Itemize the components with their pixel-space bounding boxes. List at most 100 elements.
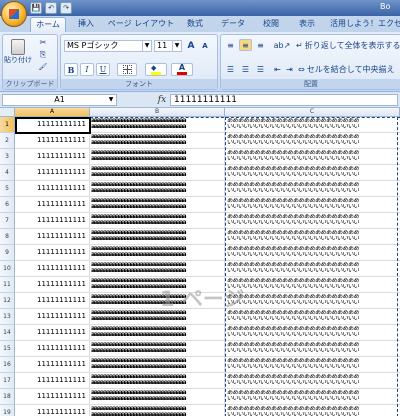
paste-button[interactable]: 貼り付け (4, 37, 32, 67)
row-header[interactable]: 14 (0, 325, 15, 341)
tab-formulas[interactable]: 数式 (180, 17, 210, 32)
cell-b[interactable]: aaaaaaaaaaaaaaaaaaaaaaaaaaaaaaa aaaaaaaaa… (90, 133, 225, 149)
cell-c[interactable]: ああああああああああああああああああああああああ いいいいいいいいいいいいいいいい… (225, 229, 400, 245)
cell-b[interactable]: aaaaaaaaaaaaaaaaaaaaaaaaaaaaaaa aaaaaaaaa… (90, 309, 225, 325)
cell-c[interactable]: ああああああああああああああああああああああああ いいいいいいいいいいいいいいいい… (225, 165, 400, 181)
tab-page-layout[interactable]: ページ レイアウト (106, 17, 176, 32)
row-header[interactable]: 15 (0, 341, 15, 357)
cell-a[interactable]: 11111111111 (15, 245, 90, 261)
cell-c[interactable]: ああああああああああああああああああああああああ いいいいいいいいいいいいいいいい… (225, 197, 400, 213)
cell-b[interactable]: aaaaaaaaaaaaaaaaaaaaaaaaaaaaaaa aaaaaaaaa… (90, 149, 225, 165)
insert-function-icon[interactable]: fx (155, 94, 169, 106)
cell-a[interactable]: 11111111111 (15, 341, 90, 357)
cell-c[interactable]: ああああああああああああああああああああああああ いいいいいいいいいいいいいいいい… (225, 245, 400, 261)
tab-data[interactable]: データ (216, 17, 250, 32)
row-header[interactable]: 10 (0, 261, 15, 277)
cell-a[interactable]: 11111111111 (15, 373, 90, 389)
cell-b[interactable]: aaaaaaaaaaaaaaaaaaaaaaaaaaaaaaa aaaaaaaaa… (90, 325, 225, 341)
cell-a[interactable]: 11111111111 (15, 165, 90, 181)
cell-b[interactable]: aaaaaaaaaaaaaaaaaaaaaaaaaaaaaaa aaaaaaaaa… (90, 341, 225, 357)
row-header[interactable]: 8 (0, 229, 15, 245)
row-header[interactable]: 17 (0, 373, 15, 389)
row-header[interactable]: 19 (0, 405, 15, 416)
cell-a[interactable]: 11111111111 (15, 325, 90, 341)
column-header-c[interactable]: C (225, 108, 400, 117)
cell-a[interactable]: 11111111111 (15, 197, 90, 213)
cell-b[interactable]: aaaaaaaaaaaaaaaaaaaaaaaaaaaaaaa aaaaaaaaa… (90, 389, 225, 405)
select-all-corner[interactable] (0, 108, 15, 117)
cell-b[interactable]: aaaaaaaaaaaaaaaaaaaaaaaaaaaaaaa aaaaaaaaa… (90, 245, 225, 261)
copy-icon[interactable]: ⎘ (37, 49, 49, 60)
cell-c[interactable]: ああああああああああああああああああああああああ いいいいいいいいいいいいいいいい… (225, 309, 400, 325)
shrink-font-button[interactable]: A (199, 40, 211, 52)
row-header[interactable]: 11 (0, 277, 15, 293)
cell-a[interactable]: 11111111111 (15, 293, 90, 309)
redo-icon[interactable]: ↷ (60, 2, 72, 14)
undo-icon[interactable]: ↶ (45, 2, 57, 14)
cell-c[interactable]: ああああああああああああああああああああああああ いいいいいいいいいいいいいいいい… (225, 117, 400, 133)
name-box[interactable]: A1 ▼ (2, 94, 117, 106)
format-painter-icon[interactable]: 🖌 (37, 61, 49, 72)
merge-center-button[interactable]: ⇔ セルを結合して中央揃え (297, 63, 400, 75)
font-size-select[interactable]: 11 ▼ (154, 40, 182, 52)
align-top-icon[interactable]: ≡ (224, 39, 237, 51)
cell-a[interactable]: 11111111111 (15, 181, 90, 197)
cell-b[interactable]: aaaaaaaaaaaaaaaaaaaaaaaaaaaaaaa aaaaaaaaa… (90, 229, 225, 245)
cell-c[interactable]: ああああああああああああああああああああああああ いいいいいいいいいいいいいいいい… (225, 341, 400, 357)
cell-a[interactable]: 11111111111 (15, 309, 90, 325)
align-right-icon[interactable]: ☰ (254, 63, 267, 75)
decrease-indent-icon[interactable]: ⇤ (272, 63, 283, 75)
row-header[interactable]: 7 (0, 213, 15, 229)
row-header[interactable]: 4 (0, 165, 15, 181)
cell-a[interactable]: 11111111111 (15, 261, 90, 277)
cell-b[interactable]: aaaaaaaaaaaaaaaaaaaaaaaaaaaaaaa aaaaaaaaa… (90, 181, 225, 197)
cell-a[interactable]: 11111111111 (15, 133, 90, 149)
cell-b[interactable]: aaaaaaaaaaaaaaaaaaaaaaaaaaaaaaa aaaaaaaaa… (90, 405, 225, 416)
increase-indent-icon[interactable]: ⇥ (284, 63, 295, 75)
align-middle-icon[interactable]: ≡ (239, 39, 252, 51)
cell-c[interactable]: ああああああああああああああああああああああああ いいいいいいいいいいいいいいいい… (225, 261, 400, 277)
row-header[interactable]: 3 (0, 149, 15, 165)
tab-excel-addin[interactable]: 活用しよう！エクセル (330, 17, 400, 32)
italic-button[interactable]: I (80, 63, 94, 76)
cell-c[interactable]: ああああああああああああああああああああああああ いいいいいいいいいいいいいいいい… (225, 405, 400, 416)
cell-c[interactable]: ああああああああああああああああああああああああ いいいいいいいいいいいいいいいい… (225, 357, 400, 373)
cell-c[interactable]: ああああああああああああああああああああああああ いいいいいいいいいいいいいいいい… (225, 373, 400, 389)
row-header[interactable]: 13 (0, 309, 15, 325)
row-header[interactable]: 2 (0, 133, 15, 149)
cell-b[interactable]: aaaaaaaaaaaaaaaaaaaaaaaaaaaaaaa aaaaaaaaa… (90, 117, 225, 133)
align-bottom-icon[interactable]: ≡ (254, 39, 267, 51)
cell-b[interactable]: aaaaaaaaaaaaaaaaaaaaaaaaaaaaaaa aaaaaaaaa… (90, 277, 225, 293)
row-header[interactable]: 1 (0, 117, 15, 133)
cell-c[interactable]: ああああああああああああああああああああああああ いいいいいいいいいいいいいいいい… (225, 149, 400, 165)
cell-c[interactable]: ああああああああああああああああああああああああ いいいいいいいいいいいいいいいい… (225, 181, 400, 197)
align-left-icon[interactable]: ☰ (224, 63, 237, 75)
cell-a[interactable]: 11111111111 (15, 149, 90, 165)
cell-c[interactable]: ああああああああああああああああああああああああ いいいいいいいいいいいいいいいい… (225, 293, 400, 309)
fill-color-button[interactable]: ◆ (145, 63, 167, 76)
row-header[interactable]: 5 (0, 181, 15, 197)
column-header-a[interactable]: A (15, 108, 90, 117)
orientation-icon[interactable]: ab↗ (272, 39, 292, 51)
cell-b[interactable]: aaaaaaaaaaaaaaaaaaaaaaaaaaaaaaa aaaaaaaaa… (90, 261, 225, 277)
cell-a[interactable]: 11111111111 (15, 389, 90, 405)
cell-a[interactable]: 11111111111 (15, 277, 90, 293)
formula-input[interactable]: 11111111111 (170, 94, 398, 106)
cell-b[interactable]: aaaaaaaaaaaaaaaaaaaaaaaaaaaaaaa aaaaaaaaa… (90, 293, 225, 309)
row-header[interactable]: 9 (0, 245, 15, 261)
font-name-select[interactable]: MS Pゴシック ▼ (64, 40, 152, 52)
cell-c[interactable]: ああああああああああああああああああああああああ いいいいいいいいいいいいいいいい… (225, 133, 400, 149)
bold-button[interactable]: B (64, 63, 78, 76)
tab-home[interactable]: ホーム (30, 17, 66, 32)
tab-insert[interactable]: 挿入 (72, 17, 100, 32)
cell-b[interactable]: aaaaaaaaaaaaaaaaaaaaaaaaaaaaaaa aaaaaaaaa… (90, 213, 225, 229)
font-color-button[interactable]: A (171, 63, 193, 76)
save-icon[interactable]: 💾 (30, 2, 42, 14)
tab-view[interactable]: 表示 (292, 17, 322, 32)
row-header[interactable]: 6 (0, 197, 15, 213)
row-header[interactable]: 16 (0, 357, 15, 373)
cell-a[interactable]: 11111111111 (15, 357, 90, 373)
column-header-b[interactable]: B (90, 108, 225, 117)
cell-c[interactable]: ああああああああああああああああああああああああ いいいいいいいいいいいいいいいい… (225, 213, 400, 229)
cell-c[interactable]: ああああああああああああああああああああああああ いいいいいいいいいいいいいいいい… (225, 389, 400, 405)
